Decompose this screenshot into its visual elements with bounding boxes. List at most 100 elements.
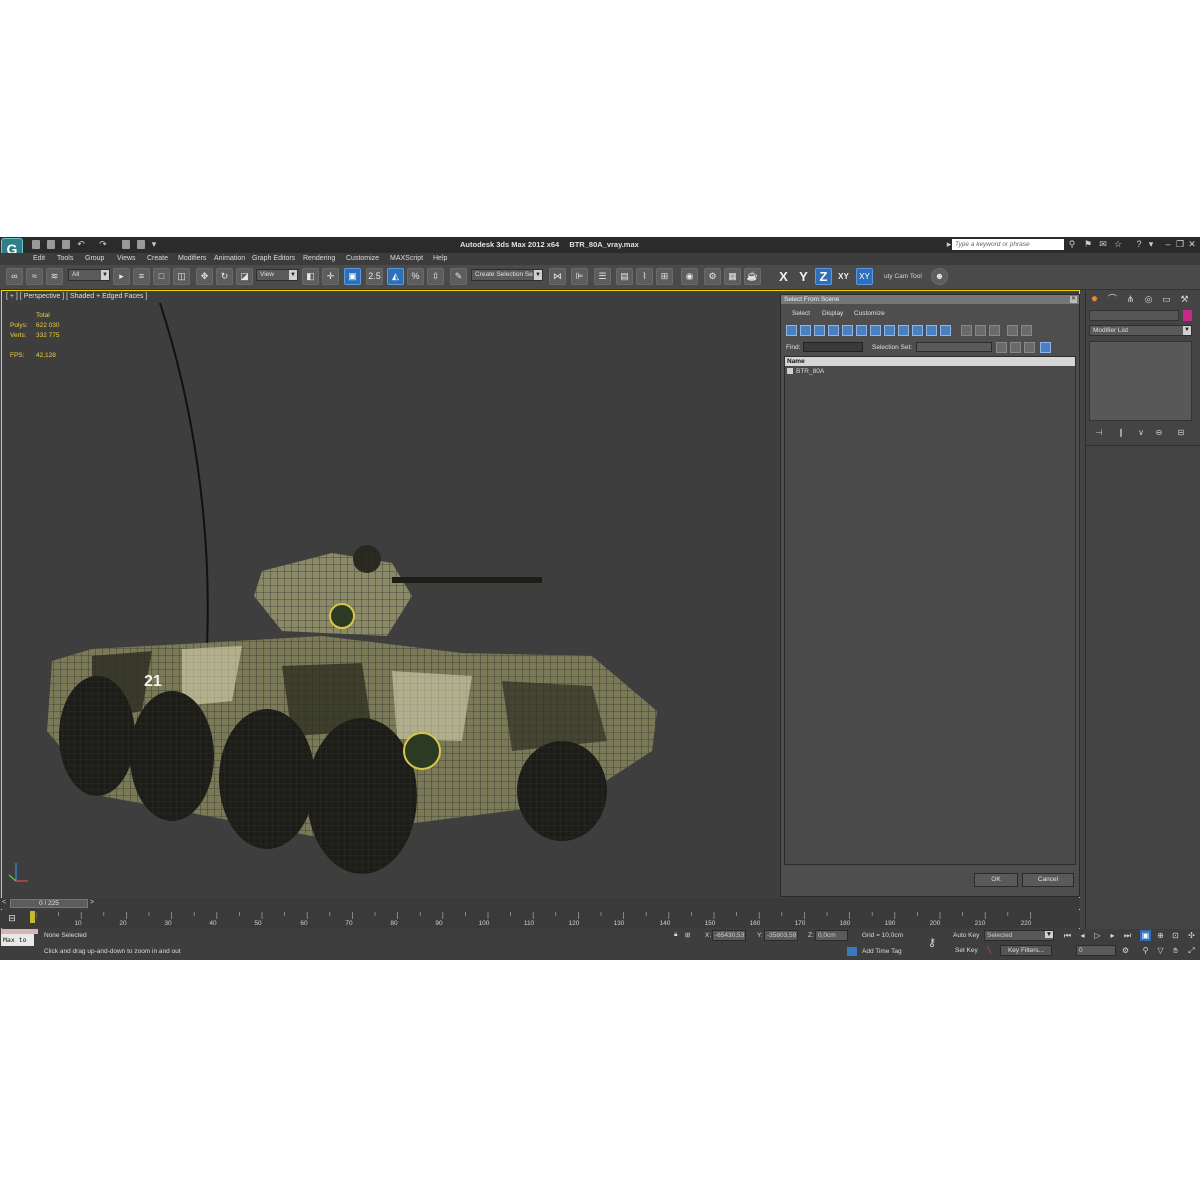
filter-options-icon[interactable]	[1021, 325, 1032, 336]
selection-set-dropdown[interactable]	[916, 342, 992, 352]
object-name-field[interactable]	[1089, 310, 1179, 321]
go-to-start-icon[interactable]: ⏮	[1062, 930, 1073, 941]
select-all-icon[interactable]	[961, 325, 972, 336]
key-filters-button[interactable]: Key Filters...	[1000, 945, 1052, 956]
object-color-swatch[interactable]	[1183, 310, 1192, 321]
axis-xy-cycle-button[interactable]: XY	[856, 268, 873, 285]
key-icon[interactable]: ⚷	[928, 936, 936, 949]
z-coord-field[interactable]: 0,0cm	[815, 930, 848, 941]
sync-selection-icon[interactable]	[1040, 342, 1051, 353]
current-frame-field[interactable]: 0	[1076, 945, 1116, 956]
select-by-name-icon[interactable]: ≡	[133, 268, 150, 285]
menu-tools[interactable]: Tools	[57, 255, 73, 262]
spinner-snap-icon[interactable]: ⇳	[427, 268, 444, 285]
chevron-down-icon[interactable]: ▾	[1146, 239, 1156, 250]
display-bones-icon[interactable]	[898, 325, 909, 336]
bind-space-warp-icon[interactable]: ≋	[46, 268, 63, 285]
column-header-name[interactable]: Name	[785, 357, 1075, 366]
dialog-menu-select[interactable]: Select	[792, 310, 810, 317]
menu-edit[interactable]: Edit	[33, 255, 45, 262]
next-frame-icon[interactable]: ▸	[1107, 930, 1118, 941]
select-invert-icon[interactable]	[989, 325, 1000, 336]
rendered-frame-window-icon[interactable]: ▦	[724, 268, 741, 285]
display-cameras-icon[interactable]	[828, 325, 839, 336]
maxscript-mini-listener[interactable]: Max to	[1, 934, 34, 946]
keyboard-shortcut-override-icon[interactable]: ▣	[344, 268, 361, 285]
create-tab-icon[interactable]: ✹	[1088, 293, 1101, 305]
open-file-icon[interactable]	[47, 240, 55, 249]
graphite-modeling-icon[interactable]: ▤	[616, 268, 633, 285]
axis-z-button[interactable]: Z	[815, 268, 832, 285]
axis-y-button[interactable]: Y	[795, 268, 812, 285]
motion-tab-icon[interactable]: ◎	[1142, 293, 1155, 305]
snaps-toggle-icon[interactable]: 2.5	[366, 268, 383, 285]
display-lights-icon[interactable]	[814, 325, 825, 336]
display-shapes-icon[interactable]	[800, 325, 811, 336]
set-key-icon[interactable]: ╲	[987, 946, 991, 954]
menu-customize[interactable]: Customize	[346, 255, 379, 262]
make-unique-icon[interactable]: ∨	[1136, 428, 1146, 438]
zoom-extents-all-icon[interactable]: ⊡	[1170, 930, 1181, 941]
menu-rendering[interactable]: Rendering	[303, 255, 335, 262]
maximize-viewport-icon[interactable]: ⤢	[1186, 945, 1197, 956]
redo-icon[interactable]: ↷	[98, 239, 108, 250]
menu-modifiers[interactable]: Modifiers	[178, 255, 206, 262]
btr-80a-model[interactable]: 21	[32, 291, 692, 891]
pin-stack-icon[interactable]: ⊣	[1094, 428, 1104, 438]
transform-type-in-icon[interactable]: ⊞	[685, 931, 690, 939]
window-crossing-icon[interactable]: ◫	[173, 268, 190, 285]
favorites-icon[interactable]: ☆	[1113, 239, 1123, 250]
dialog-menu-customize[interactable]: Customize	[854, 310, 885, 317]
list-item[interactable]: BTR_80A	[787, 368, 824, 375]
unlink-icon[interactable]: ≈	[26, 268, 43, 285]
modify-tab-icon[interactable]: ⌒	[1106, 293, 1119, 305]
zoom-icon[interactable]: ⚲	[1140, 945, 1151, 956]
angle-snap-icon[interactable]: ◭	[387, 268, 404, 285]
dialog-close-button[interactable]: ✕	[1070, 296, 1077, 303]
display-containers-icon[interactable]	[912, 325, 923, 336]
maximize-button[interactable]: ❐	[1175, 239, 1185, 250]
scale-icon[interactable]: ◪	[236, 268, 253, 285]
help-icon[interactable]: ?	[1134, 239, 1144, 250]
mirror-icon[interactable]: ⋈	[549, 268, 566, 285]
menu-views[interactable]: Views	[117, 255, 136, 262]
dialog-title[interactable]: Select From Scene	[781, 295, 1079, 304]
save-file-icon[interactable]	[62, 240, 70, 249]
align-icon[interactable]: ⊫	[571, 268, 588, 285]
add-time-tag-button[interactable]: Add Time Tag	[862, 948, 902, 955]
selection-set-remove-icon[interactable]	[1024, 342, 1035, 353]
selection-set-add-icon[interactable]	[1010, 342, 1021, 353]
pan-icon[interactable]: ✋︎	[1170, 945, 1181, 956]
binoculars-icon[interactable]: ⚲	[1067, 239, 1077, 250]
named-selection-dropdown[interactable]: Create Selection Se ▼	[471, 269, 543, 281]
cam-tool-icon[interactable]: ☻	[931, 268, 948, 285]
menu-animation[interactable]: Animation	[214, 255, 245, 262]
key-mode-toggle-icon[interactable]: ▣	[1140, 930, 1151, 941]
selection-filter-dropdown[interactable]: All ▼	[68, 269, 110, 281]
zoom-extents-icon[interactable]: ⊕	[1155, 930, 1166, 941]
pivot-center-icon[interactable]: ◧	[302, 268, 319, 285]
communication-icon[interactable]: ✉	[1098, 239, 1108, 250]
move-icon[interactable]: ✥	[196, 268, 213, 285]
find-input[interactable]	[803, 342, 863, 352]
utilities-tab-icon[interactable]: ⚒	[1178, 293, 1191, 305]
chevron-down-icon[interactable]: ▾	[149, 239, 159, 250]
time-slider[interactable]: < 0 / 225 >	[0, 898, 1080, 909]
display-helpers-icon[interactable]	[842, 325, 853, 336]
time-tag-icon[interactable]	[847, 947, 857, 956]
y-coord-field[interactable]: -35803,59	[764, 930, 798, 941]
display-spacewarps-icon[interactable]	[856, 325, 867, 336]
field-of-view-icon[interactable]: ▽	[1155, 945, 1166, 956]
ok-button[interactable]: OK	[974, 873, 1018, 887]
percent-snap-icon[interactable]: %	[407, 268, 424, 285]
select-manipulate-icon[interactable]: ✛	[322, 268, 339, 285]
track-bar[interactable]: ⊟ 10 20 30 40 50 60 70 80 90 100 110 120…	[0, 910, 1080, 928]
show-end-result-icon[interactable]: ∥	[1116, 428, 1126, 438]
remove-modifier-icon[interactable]: ⊖	[1154, 428, 1164, 438]
selection-set-icon[interactable]	[996, 342, 1007, 353]
modifier-list-dropdown[interactable]: Modifier List ▼	[1089, 325, 1192, 336]
set-key-button[interactable]: Set Key	[955, 947, 978, 954]
hierarchy-tab-icon[interactable]: ⋔	[1124, 293, 1137, 305]
minimize-button[interactable]: –	[1163, 239, 1173, 250]
search-input[interactable]: Type a keyword or phrase	[952, 239, 1064, 250]
